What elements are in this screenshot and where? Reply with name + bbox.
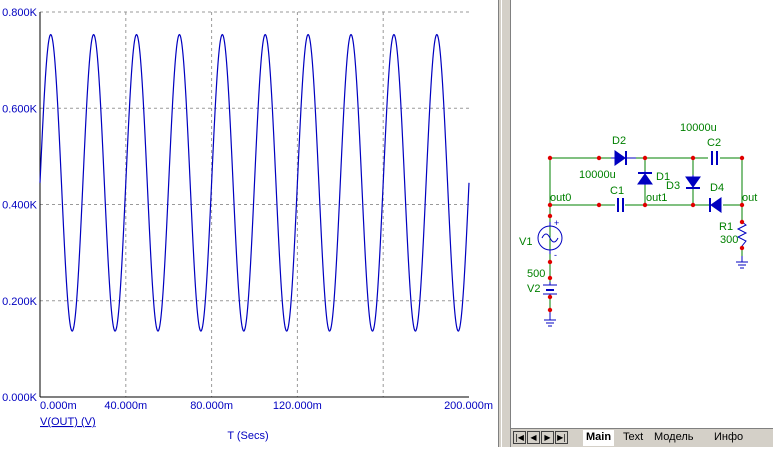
label-out0: out0: [550, 192, 571, 204]
schematic-canvas[interactable]: D2 10000u C2 10000u D1 D3 C1 D4 out0 out…: [511, 0, 773, 428]
schematic-svg[interactable]: D2 10000u C2 10000u D1 D3 C1 D4 out0 out…: [511, 0, 773, 428]
tab-main[interactable]: Main: [583, 430, 615, 446]
last-icon[interactable]: ▶|: [555, 431, 568, 444]
label-plus: +: [554, 218, 559, 228]
y-tick-label: 0.800K: [2, 7, 38, 19]
label-out: out: [742, 192, 757, 204]
tab-text[interactable]: Text: [623, 430, 643, 446]
y-tick-label: 0.600K: [2, 103, 38, 115]
y-tick-label: 0.000K: [2, 392, 38, 404]
label-d3: D3: [666, 180, 680, 192]
legend-series-label[interactable]: V(OUT) (V): [40, 416, 96, 428]
tab-model[interactable]: Модель: [654, 430, 693, 446]
label-v2-value: 500: [527, 268, 545, 280]
ground-symbol-v2: [544, 312, 556, 327]
capacitor-c1[interactable]: [617, 198, 624, 212]
x-tick-label: 200.000m: [444, 400, 493, 412]
tab-bar: |◀ ◀ ▶ ▶| Main Text Модель Инфо: [511, 428, 773, 447]
label-r1: R1: [719, 221, 733, 233]
x-axis-label: T (Secs): [227, 430, 268, 442]
label-c2-value: 10000u: [680, 122, 717, 134]
diode-d2[interactable]: [611, 150, 636, 166]
label-v2: V2: [527, 283, 540, 295]
series-line-vout: [39, 33, 470, 332]
label-d4: D4: [710, 182, 724, 194]
x-tick-label: 40.000m: [104, 400, 147, 412]
label-c1: C1: [610, 185, 624, 197]
tab-info[interactable]: Инфо: [714, 430, 743, 446]
diode-d3[interactable]: [685, 175, 701, 189]
x-tick-label: 80.000m: [190, 400, 233, 412]
diode-d4[interactable]: [709, 197, 722, 213]
battery-v2[interactable]: [543, 282, 557, 296]
label-d2: D2: [612, 135, 626, 147]
first-icon[interactable]: |◀: [513, 431, 526, 444]
next-icon[interactable]: ▶: [541, 431, 554, 444]
label-r1-value: 300: [720, 234, 738, 246]
x-tick-label: 120.000m: [273, 400, 322, 412]
waveform-plot[interactable]: 0.000K 0.200K 0.400K 0.600K 0.800K 0.000m 40.…: [0, 0, 498, 447]
chart-svg[interactable]: 0.000K 0.200K 0.400K 0.600K 0.800K 0.000m 40.…: [0, 0, 498, 447]
y-tick-label: 0.200K: [2, 296, 38, 308]
prev-icon[interactable]: ◀: [527, 431, 540, 444]
resistor-r1[interactable]: [736, 221, 748, 247]
diode-d1[interactable]: [637, 171, 653, 185]
splitter[interactable]: [498, 0, 511, 447]
grid: [40, 11, 469, 397]
label-minus: -: [554, 250, 557, 260]
label-c2: C2: [707, 137, 721, 149]
x-tick-label: 0.000m: [40, 400, 77, 412]
y-tick-label: 0.400K: [2, 200, 38, 212]
capacitor-c2[interactable]: [711, 151, 718, 165]
y-tick-labels: 0.000K 0.200K 0.400K 0.600K 0.800K: [2, 7, 38, 404]
components: [537, 150, 748, 327]
label-v1: V1: [519, 236, 532, 248]
ground-symbol-r1: [736, 256, 748, 269]
x-tick-labels: 0.000m 40.000m 80.000m 120.000m 200.000m: [40, 400, 493, 412]
series-layer: [39, 33, 470, 332]
label-c1-value: 10000u: [579, 169, 616, 181]
axes: [39, 12, 469, 398]
label-out1: out1: [646, 192, 667, 204]
